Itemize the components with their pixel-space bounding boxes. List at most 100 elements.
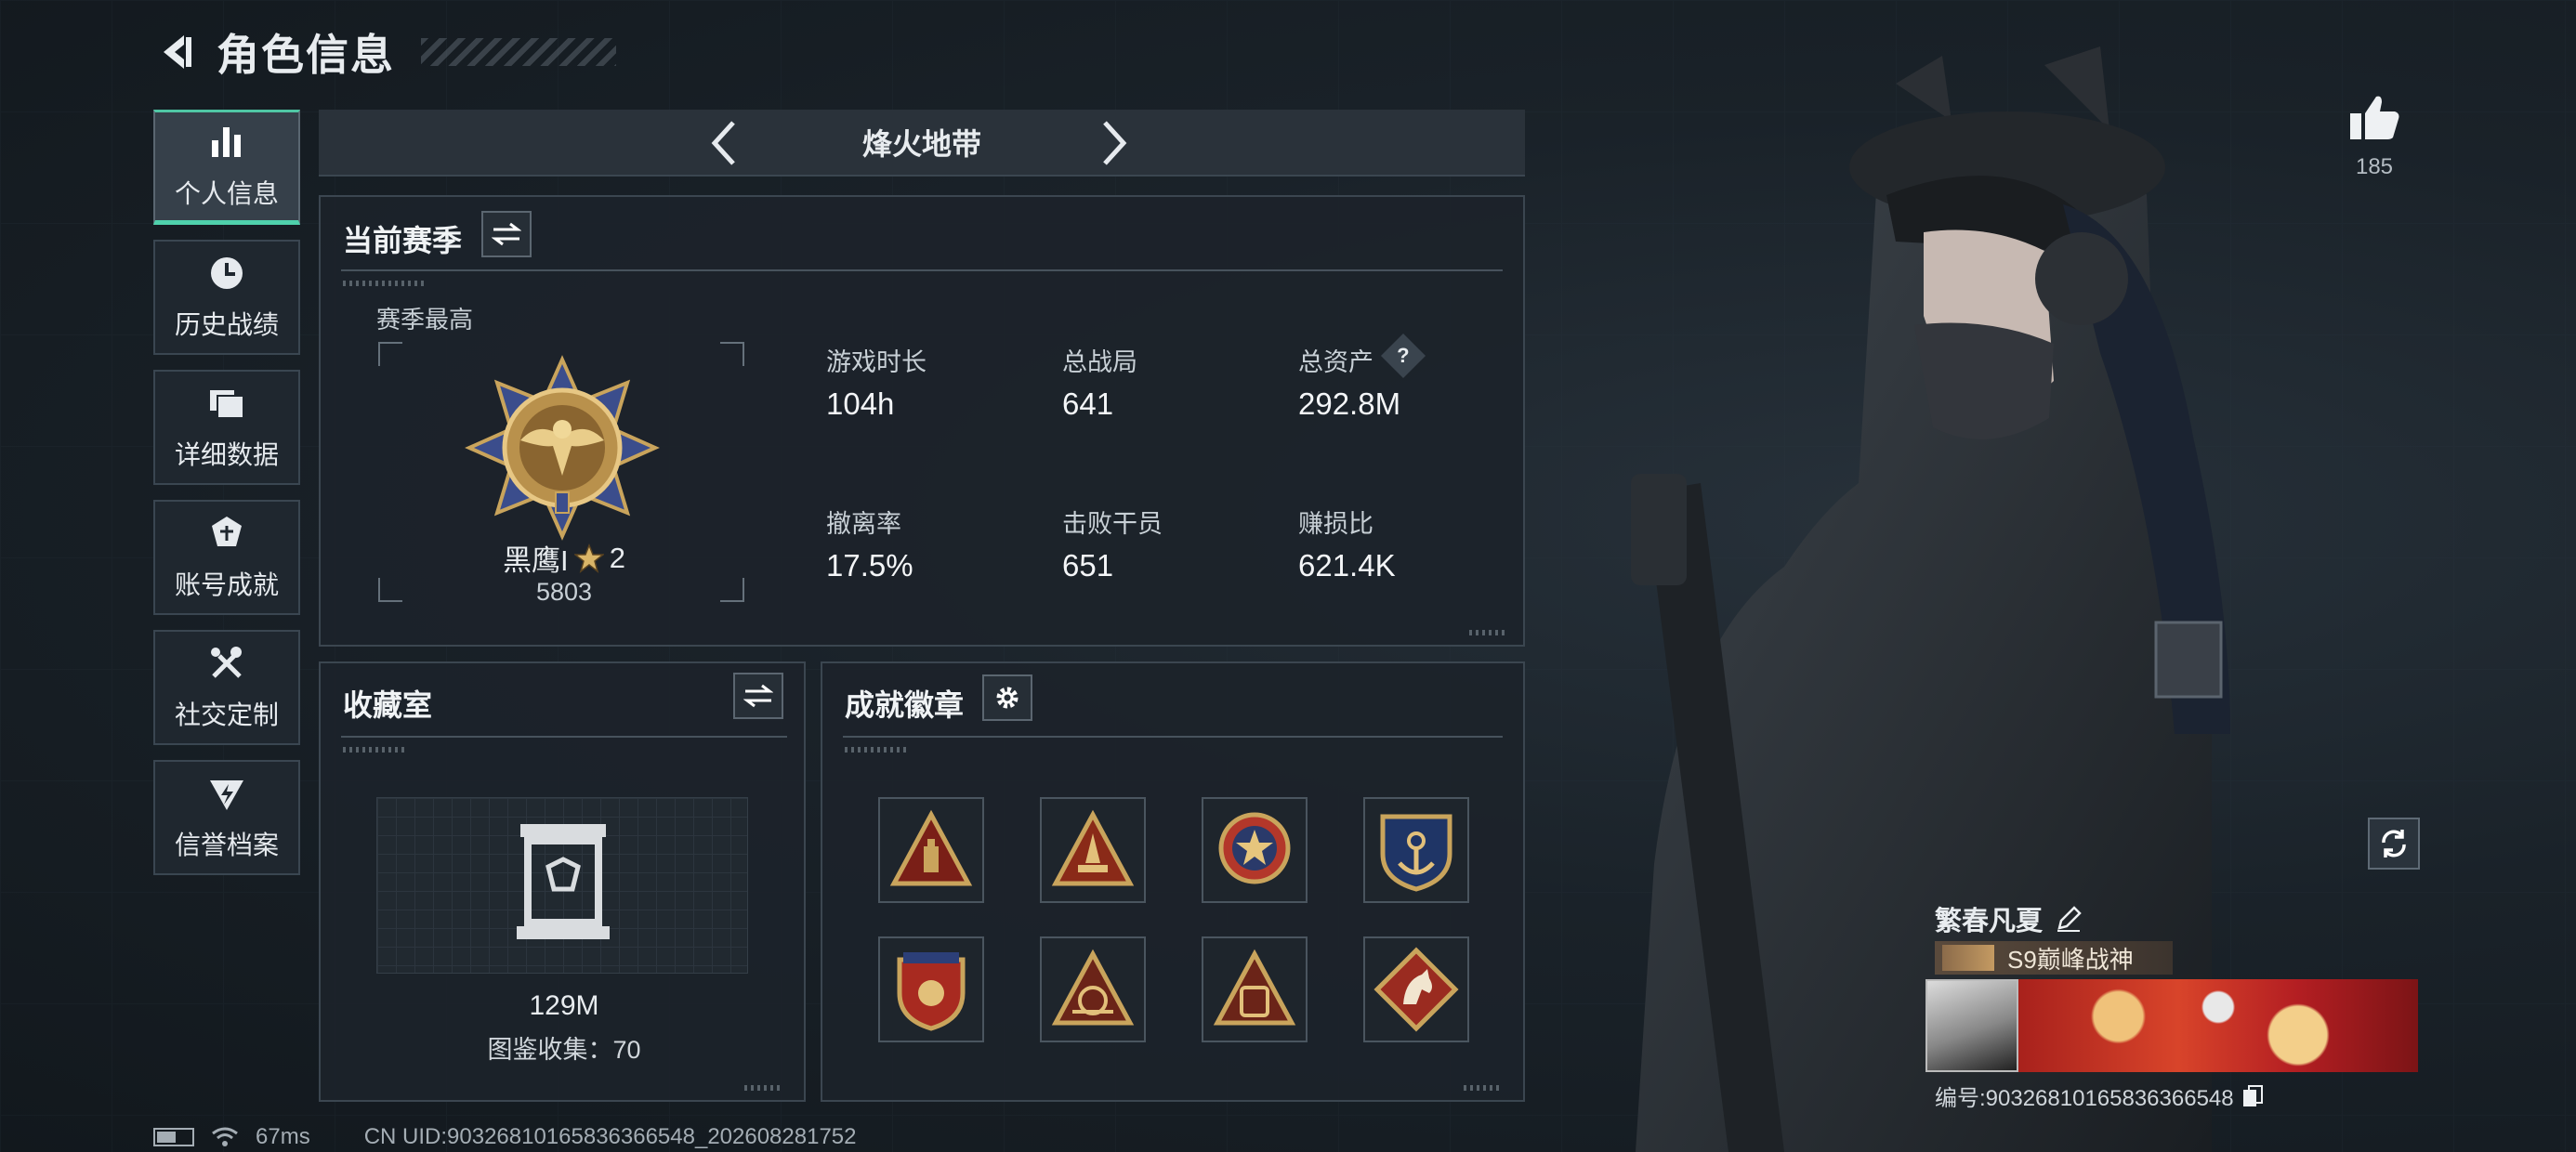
- title-emblem: [1942, 945, 1994, 971]
- player-title-tag: S9巅峰战神: [1935, 941, 2173, 975]
- dots-decoration: [343, 747, 408, 753]
- star-medal-icon: [1218, 812, 1291, 884]
- player-title: S9巅峰战神: [2007, 945, 2134, 974]
- collection-panel: 收藏室 129M 图鉴收集：70: [319, 661, 806, 1102]
- edit-icon[interactable]: [2056, 906, 2082, 932]
- triangle-badge-icon: [889, 809, 973, 886]
- collection-caption: 图鉴收集：70: [487, 1036, 641, 1064]
- anchor-shield-icon: [1380, 814, 1452, 892]
- title-decoration: [421, 38, 616, 66]
- chevron-right-icon[interactable]: [1090, 119, 1138, 167]
- achievement-badge[interactable]: [878, 936, 984, 1042]
- rank-label: 黑鹰I 2: [460, 537, 668, 579]
- season-title: 当前赛季: [343, 224, 463, 257]
- rotate-view-button[interactable]: [2368, 818, 2420, 870]
- number-55-badge-icon: [1213, 949, 1296, 1026]
- season-best-label: 赛季最高: [376, 306, 474, 334]
- sidebar-item-social[interactable]: 社交定制: [153, 630, 300, 745]
- rank-points: 5803: [535, 578, 593, 606]
- header: 角色信息: [153, 20, 616, 84]
- stat-label: 击败干员: [1062, 510, 1163, 538]
- player-card: [1925, 979, 2418, 1072]
- player-banner[interactable]: [2018, 979, 2418, 1072]
- season-panel: 当前赛季 赛季最高 黑鹰I 2 5803 游戏时长 104h 总战局 641 总…: [319, 195, 1525, 647]
- battery-icon: [153, 1128, 194, 1146]
- player-id: 编号:9032681016583636654​8: [1935, 1086, 2234, 1111]
- achievement-badge[interactable]: [1040, 936, 1146, 1042]
- rank-stars: 2: [609, 541, 625, 574]
- achievement-badge[interactable]: [1363, 797, 1469, 903]
- copy-icon[interactable]: [2241, 1084, 2264, 1108]
- sidebar-item-label: 账号成就: [174, 570, 279, 599]
- frame-corner: [378, 578, 402, 602]
- sidebar: 个人信息 历史战绩 详细数据 账号成就 社交定制 信誉档案: [153, 110, 300, 890]
- sidebar-item-personal-info[interactable]: 个人信息: [153, 110, 300, 225]
- sidebar-item-label: 社交定制: [174, 700, 279, 729]
- rocket-badge-icon: [1051, 809, 1135, 886]
- rank-name: 黑鹰I: [503, 544, 569, 577]
- avatar[interactable]: [1925, 979, 2018, 1072]
- player-name-row: 繁春凡夏: [1935, 899, 2082, 938]
- stat-value: 641: [1062, 386, 1114, 421]
- number-54-badge-icon: [1051, 949, 1135, 1026]
- sidebar-item-details[interactable]: 详细数据: [153, 370, 300, 485]
- swap-collection-button[interactable]: [733, 673, 783, 719]
- uid-text: CN UID:9032681016583636654​8_20260828175…: [363, 1124, 857, 1149]
- achievement-badge[interactable]: [1040, 797, 1146, 903]
- sidebar-item-credit[interactable]: 信誉档案: [153, 760, 300, 875]
- achievement-badge[interactable]: [1202, 797, 1308, 903]
- stat-label: 赚损比: [1298, 510, 1373, 538]
- stat-value: 292.8M: [1298, 386, 1401, 421]
- sidebar-item-label: 信誉档案: [174, 831, 279, 859]
- achievements-panel: 成就徽章: [821, 661, 1525, 1102]
- folder-icon: [210, 390, 244, 419]
- corner-decoration: [1464, 1085, 1501, 1091]
- sidebar-item-label: 详细数据: [174, 440, 279, 469]
- frame-corner: [720, 342, 744, 366]
- achievement-icon: [212, 517, 242, 546]
- bar-chart-icon: [212, 127, 241, 157]
- stat-value: 104h: [826, 386, 895, 421]
- like-button[interactable]: 185: [2344, 93, 2405, 180]
- help-button[interactable]: ?: [1380, 333, 1426, 379]
- stat-label: 撤离率: [826, 510, 901, 538]
- sidebar-item-label: 个人信息: [174, 179, 279, 208]
- collection-display[interactable]: [376, 797, 748, 974]
- mode-selector: 烽火地带: [319, 110, 1525, 177]
- thumbs-up-icon: [2350, 96, 2399, 139]
- clock-icon: [211, 257, 243, 289]
- collection-title: 收藏室: [343, 688, 433, 722]
- shield-lightning-icon: [210, 780, 243, 810]
- chevron-left-icon[interactable]: [700, 119, 748, 167]
- back-arrow-icon[interactable]: [153, 29, 200, 75]
- tools-icon: [211, 647, 242, 678]
- achievement-badge[interactable]: [878, 797, 984, 903]
- help-icon: ?: [1397, 343, 1410, 367]
- stat-value: 17.5%: [826, 548, 913, 583]
- corner-decoration: [1469, 630, 1506, 635]
- achievements-title: 成就徽章: [845, 688, 965, 722]
- swap-icon: [492, 222, 521, 246]
- mode-name: 烽火地带: [861, 127, 981, 161]
- ping: 67ms: [256, 1124, 310, 1149]
- star-shield-icon: [897, 952, 966, 1031]
- sidebar-item-achievements[interactable]: 账号成就: [153, 500, 300, 615]
- divider: [341, 736, 787, 738]
- sidebar-item-history[interactable]: 历史战绩: [153, 240, 300, 355]
- corner-decoration: [744, 1085, 782, 1091]
- swap-season-button[interactable]: [481, 211, 532, 257]
- settings-button[interactable]: [982, 674, 1032, 721]
- achievement-badge[interactable]: [1363, 936, 1469, 1042]
- page-title: 角色信息: [217, 31, 395, 79]
- stat-value: 651: [1062, 548, 1114, 583]
- rank-emblem-icon: [465, 355, 660, 545]
- divider: [341, 269, 1503, 271]
- stat-label: 总资产: [1298, 348, 1373, 376]
- collection-value: 129M: [529, 990, 599, 1021]
- status-bar: 67ms CN UID:9032681016583636654​8_202608…: [153, 1124, 857, 1150]
- swap-icon: [743, 684, 773, 708]
- frame-corner: [378, 342, 402, 366]
- achievement-badge[interactable]: [1202, 936, 1308, 1042]
- sidebar-item-label: 历史战绩: [174, 310, 279, 339]
- player-name: 繁春凡夏: [1935, 907, 2044, 936]
